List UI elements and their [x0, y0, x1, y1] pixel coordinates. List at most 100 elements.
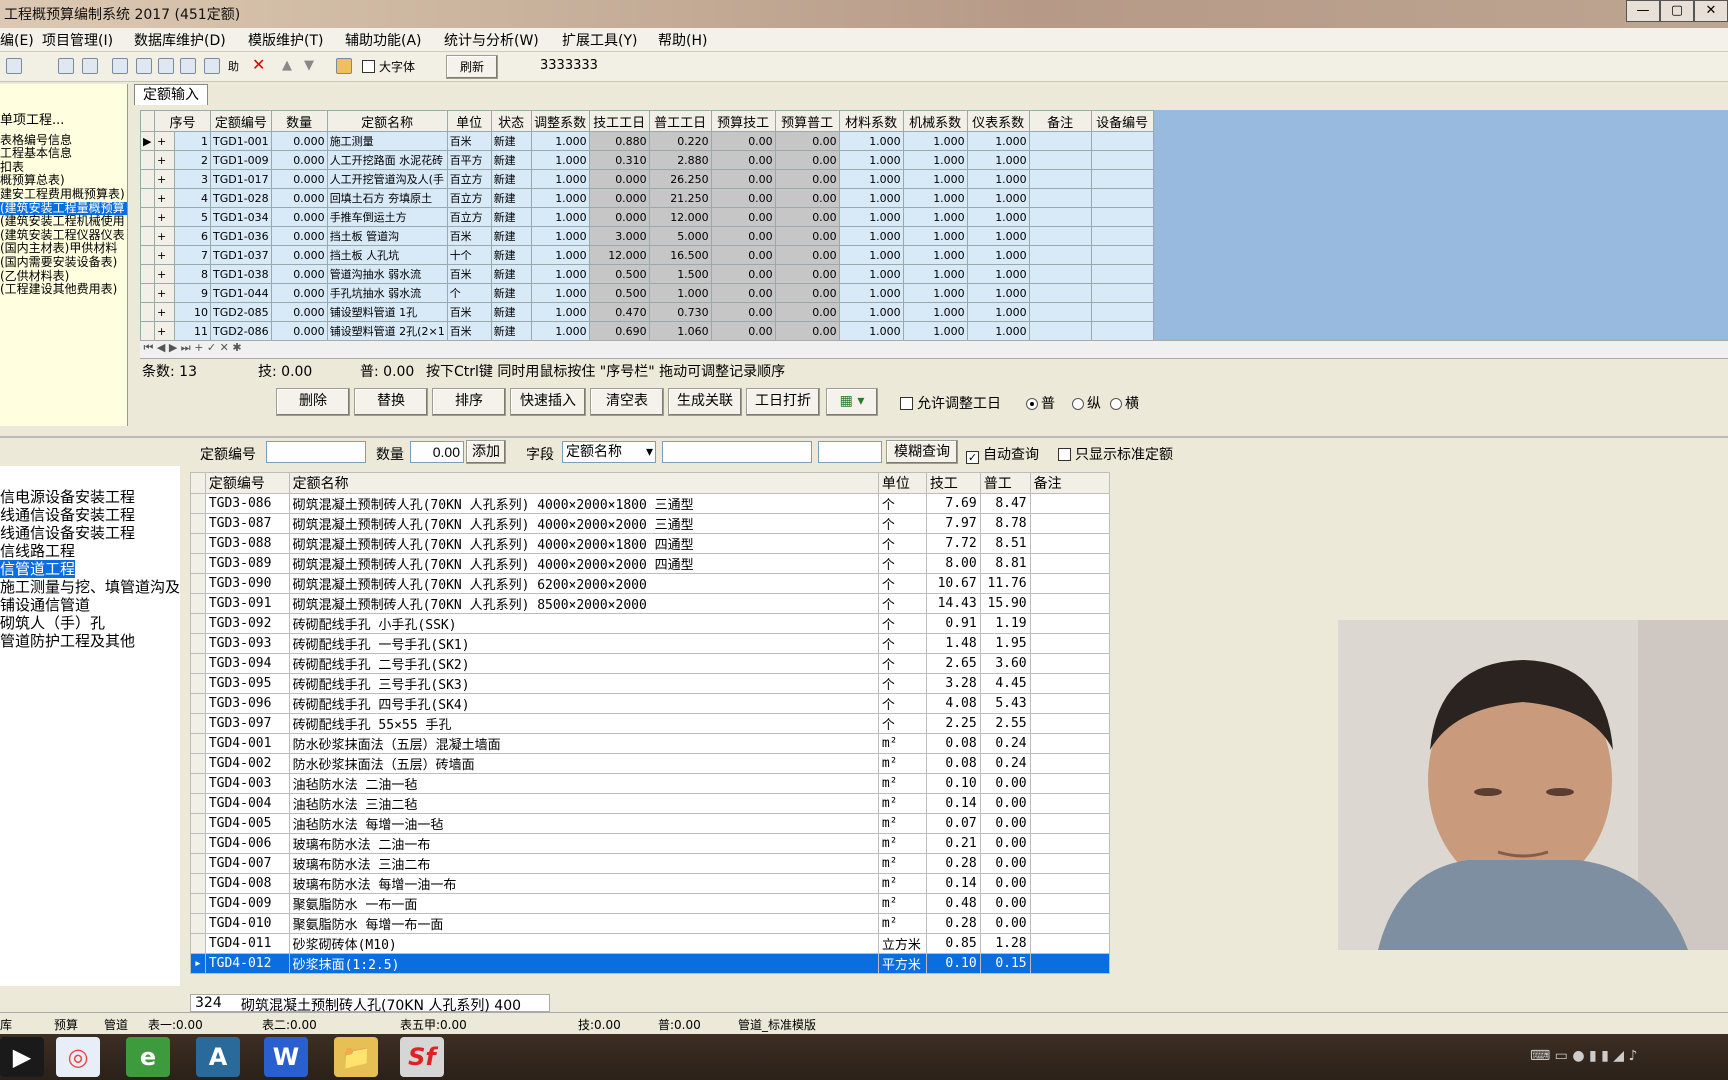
grid-cell[interactable]: 0.00 [710, 207, 776, 227]
help-icon[interactable]: 助 [228, 58, 244, 74]
grid-cell[interactable]: 砖砌配线手孔 二号手孔(SK2) [288, 653, 879, 674]
tray-icons[interactable]: ⌨ ▭ ● ▮ ▮ ◢ ♪ [1530, 1048, 1637, 1064]
library-row[interactable]: TGD3-095 砖砌配线手孔 三号手孔(SK3) 个 3.28 4.45 [190, 673, 1111, 694]
expand-icon[interactable]: + [154, 321, 175, 341]
library-row[interactable]: TGD3-087 砌筑混凝土预制砖人孔(70KN 人孔系列) 4000×2000×… [190, 513, 1111, 534]
grid-cell[interactable]: TGD4-010 [204, 913, 290, 934]
grid-cell[interactable]: 1.000 [838, 226, 904, 246]
grid-cell[interactable]: 新建 [490, 302, 532, 322]
grid-cell[interactable]: m² [877, 753, 927, 774]
grid-cell[interactable]: 0.48 [925, 893, 981, 914]
grid-cell[interactable]: 0.14 [925, 873, 981, 894]
grid-cell[interactable]: 1.000 [902, 302, 968, 322]
col-header[interactable]: 数量 [270, 110, 328, 132]
library-row[interactable]: TGD3-090 砌筑混凝土预制砖人孔(70KN 人孔系列) 6200×2000×… [190, 573, 1111, 594]
grid-cell-remark[interactable] [1028, 321, 1092, 341]
grid-cell-remark[interactable] [1029, 753, 1111, 774]
row-indicator[interactable]: ▸ [190, 953, 206, 974]
grid-cell[interactable]: 0.00 [710, 169, 776, 189]
grid-cell[interactable]: m² [877, 813, 927, 834]
book-icon[interactable] [204, 58, 220, 74]
grid-cell[interactable]: 个 [877, 533, 927, 554]
grid-cell[interactable]: 8.78 [979, 513, 1031, 534]
grid-cell[interactable]: 新建 [490, 226, 532, 246]
col-header[interactable]: 预算技工 [710, 110, 776, 132]
grid-cell[interactable]: 0.00 [710, 283, 776, 303]
delete-icon[interactable]: ✕ [252, 57, 268, 74]
grid-cell-remark[interactable] [1028, 283, 1092, 303]
grid-cell[interactable]: TGD1-044 [210, 283, 272, 303]
expand-icon[interactable]: + [154, 226, 175, 246]
row-indicator[interactable] [190, 673, 206, 694]
grid-cell[interactable]: 砌筑混凝土预制砖人孔(70KN 人孔系列) 4000×2000×2000 三通型 [288, 513, 879, 534]
grid-cell[interactable]: 百米 [446, 226, 492, 246]
grid-cell[interactable]: 油毡防水法 每增一油一毡 [288, 813, 879, 834]
row-indicator[interactable] [190, 573, 206, 594]
generate-link-button[interactable]: 生成关联 [668, 388, 742, 416]
delete-button[interactable]: 删除 [276, 388, 350, 416]
grid-cell[interactable]: 1.000 [530, 302, 590, 322]
grid-cell[interactable]: 0.24 [979, 753, 1031, 774]
library-row[interactable]: TGD3-094 砖砌配线手孔 二号手孔(SK2) 个 2.65 3.60 [190, 653, 1111, 674]
grid-cell[interactable]: 1.19 [979, 613, 1031, 634]
grid-row[interactable]: +11 TGD2-086 0.000 铺设塑料管道 2孔(2×1 百米 新建 1.000 0.… [140, 321, 1154, 341]
library-row[interactable]: TGD4-006 玻璃布防水法 二油一布 m² 0.21 0.00 [190, 833, 1111, 854]
taskbar-sf-icon[interactable]: Sf [400, 1037, 444, 1077]
grid-cell[interactable]: 个 [877, 573, 927, 594]
grid-cell[interactable]: 1.000 [838, 264, 904, 284]
grid-cell-remark[interactable] [1029, 553, 1111, 574]
taskbar-app-icon[interactable]: ◎ [56, 1037, 100, 1077]
grid-cell[interactable]: 0.00 [774, 302, 840, 322]
grid-cell[interactable]: 挡土板 人孔坑 [326, 245, 448, 265]
grid-cell[interactable]: 0.21 [925, 833, 981, 854]
grid-cell[interactable]: 新建 [490, 188, 532, 208]
grid-cell[interactable]: 百米 [446, 302, 492, 322]
grid-icon[interactable] [158, 58, 174, 74]
tool-icon[interactable] [180, 58, 196, 74]
library-row[interactable]: TGD4-001 防水砂浆抹面法（五层）混凝土墙面 m² 0.08 0.24 [190, 733, 1111, 754]
grid-cell-remark[interactable] [1029, 893, 1111, 914]
row-indicator[interactable] [190, 733, 206, 754]
grid-cell[interactable]: 1.000 [902, 131, 968, 151]
grid-cell[interactable]: 玻璃布防水法 二油一布 [288, 833, 879, 854]
lightning-icon[interactable] [136, 58, 152, 74]
grid-cell[interactable]: 8.00 [925, 553, 981, 574]
grid-cell[interactable]: 0.000 [588, 207, 650, 227]
taskbar-wps-icon[interactable]: W [264, 1037, 308, 1077]
grid-cell[interactable]: 0.00 [774, 207, 840, 227]
grid-cell[interactable]: 0.10 [925, 773, 981, 794]
search-text-input[interactable] [662, 441, 812, 463]
grid-cell[interactable]: 1.000 [966, 302, 1030, 322]
library-row[interactable]: TGD4-011 砂浆砌砖体(M10) 立方米 0.85 1.28 [190, 933, 1111, 954]
grid-cell[interactable]: 1.000 [838, 245, 904, 265]
grid-cell[interactable]: 0.00 [774, 226, 840, 246]
grid-cell-device[interactable] [1090, 245, 1154, 265]
radio-zong[interactable]: 纵 [1072, 393, 1101, 413]
taskbar-folder-icon[interactable]: 📁 [334, 1037, 378, 1077]
grid-cell-remark[interactable] [1029, 813, 1111, 834]
grid-cell[interactable]: m² [877, 793, 927, 814]
grid-cell[interactable]: 3.60 [979, 653, 1031, 674]
grid-cell[interactable]: 砖砌配线手孔 一号手孔(SK1) [288, 633, 879, 654]
grid-cell-remark[interactable] [1028, 226, 1092, 246]
grid-cell[interactable]: TGD3-093 [204, 633, 290, 654]
grid-cell[interactable]: TGD3-090 [204, 573, 290, 594]
grid-cell[interactable]: TGD3-086 [204, 493, 290, 514]
grid-cell[interactable]: 砖砌配线手孔 三号手孔(SK3) [288, 673, 879, 694]
grid-cell[interactable]: m² [877, 873, 927, 894]
radio-pu[interactable]: 普 [1026, 393, 1055, 413]
col-header[interactable]: 序号 [154, 110, 211, 132]
row-indicator[interactable] [140, 150, 155, 170]
tree-item[interactable]: 信线路工程 [0, 542, 180, 560]
grid-cell[interactable]: 1.000 [530, 283, 590, 303]
grid-cell[interactable]: 1.000 [902, 207, 968, 227]
col-header[interactable]: 普工工日 [648, 110, 712, 132]
row-indicator[interactable] [190, 913, 206, 934]
grid-cell[interactable]: 0.00 [979, 793, 1031, 814]
row-indicator[interactable]: ▶ [140, 131, 155, 151]
grid-cell[interactable]: 1.000 [966, 207, 1030, 227]
library-row[interactable]: TGD3-096 砖砌配线手孔 四号手孔(SK4) 个 4.08 5.43 [190, 693, 1111, 714]
grid-cell-remark[interactable] [1029, 873, 1111, 894]
grid-cell[interactable]: 防水砂浆抹面法（五层）混凝土墙面 [288, 733, 879, 754]
grid-cell-remark[interactable] [1028, 188, 1092, 208]
